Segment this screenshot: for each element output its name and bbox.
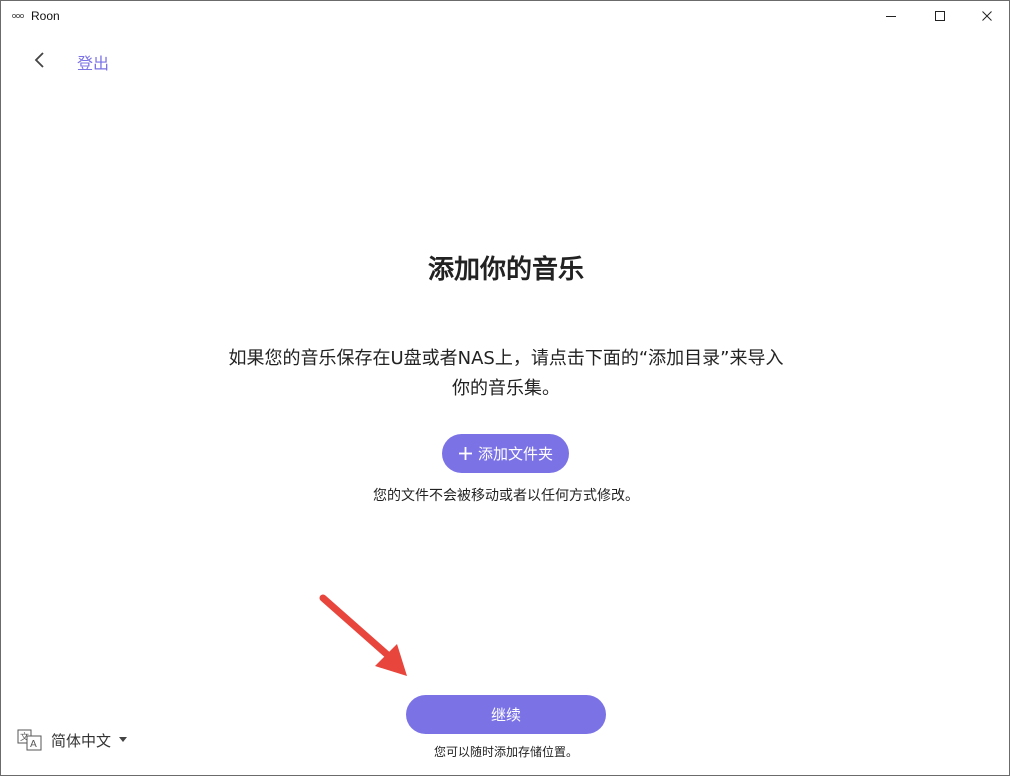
plus-icon bbox=[458, 446, 473, 461]
close-icon bbox=[982, 11, 992, 21]
logout-link[interactable]: 登出 bbox=[77, 50, 109, 74]
language-selector[interactable]: 文 A 简体中文 bbox=[17, 729, 128, 751]
chevron-left-icon bbox=[34, 52, 44, 68]
svg-text:A: A bbox=[30, 739, 37, 750]
description-line-2: 你的音乐集。 bbox=[452, 378, 560, 399]
close-button[interactable] bbox=[964, 1, 1010, 31]
back-button[interactable] bbox=[29, 49, 51, 71]
minimize-button[interactable] bbox=[868, 1, 914, 31]
add-folder-button[interactable]: 添加文件夹 bbox=[442, 434, 569, 473]
red-arrow-icon bbox=[319, 594, 407, 676]
storage-footnote: 您可以随时添加存储位置。 bbox=[433, 745, 578, 759]
description-text: 如果您的音乐保存在U盘或者NAS上，请点击下面的“添加目录”来导入 你的音乐集。 bbox=[196, 344, 816, 404]
title-bar: Roon bbox=[1, 1, 1009, 31]
page-title: 添加你的音乐 bbox=[427, 255, 584, 285]
app-window: Roon 登出 添加你的音乐 如果您的音乐保存在U盘或者NAS上，请点击下面的“… bbox=[0, 0, 1010, 776]
caret-down-icon bbox=[119, 737, 128, 743]
maximize-icon bbox=[935, 11, 945, 21]
window-title: Roon bbox=[31, 9, 60, 23]
language-label: 简体中文 bbox=[51, 731, 112, 750]
maximize-button[interactable] bbox=[917, 1, 963, 31]
add-folder-label: 添加文件夹 bbox=[477, 445, 553, 463]
continue-button[interactable]: 继续 bbox=[406, 695, 606, 734]
roon-logo-icon bbox=[12, 13, 24, 19]
description-line-1: 如果您的音乐保存在U盘或者NAS上，请点击下面的“添加目录”来导入 bbox=[228, 348, 784, 369]
translate-icon: 文 A bbox=[17, 729, 42, 751]
files-safe-note: 您的文件不会被移动或者以任何方式修改。 bbox=[373, 488, 639, 504]
minimize-icon bbox=[886, 16, 896, 17]
